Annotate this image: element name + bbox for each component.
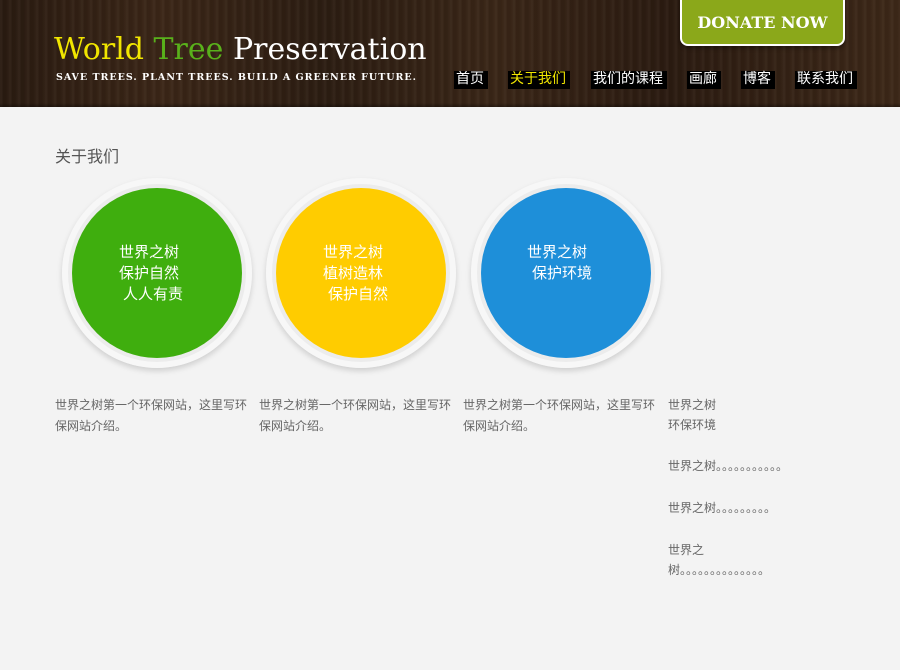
circle-line: 保护自然: [119, 264, 180, 282]
nav-item-label: 关于我们: [510, 71, 566, 87]
feature-description-3: 世界之树第一个环保网站，这里写环保网站介绍。: [463, 398, 656, 433]
circle-line: 世界之树: [119, 243, 180, 261]
circle-line: 世界之树: [323, 243, 384, 261]
nav-item-label: 画廊: [689, 71, 717, 87]
sidebar-item-4-line-2: 树。。。。。。。。。。。。。。: [668, 563, 771, 577]
nav-item-courses[interactable]: 我们的课程: [591, 68, 667, 90]
circle-line: 保护自然: [328, 285, 389, 303]
main-nav: 首页 关于我们 我们的课程 画廊 博客 联系我们: [0, 68, 900, 90]
logo-word-preservation: Preservation: [232, 32, 427, 67]
page-title: 关于我们: [55, 147, 120, 166]
sidebar-item-1-line-2: 环保环境: [668, 418, 717, 432]
donate-button[interactable]: DONATE NOW: [680, 0, 845, 46]
nav-item-label: 博客: [743, 71, 771, 87]
feature-description-2: 世界之树第一个环保网站，这里写环保网站介绍。: [259, 398, 452, 433]
circle-line: 植树造林: [323, 264, 384, 282]
nav-item-gallery[interactable]: 画廊: [687, 68, 721, 90]
circle-line: 保护环境: [532, 264, 593, 282]
site-logo[interactable]: World Tree Preservation: [54, 31, 427, 69]
feature-circle-2: 世界之树 植树造林 保护自然: [266, 178, 456, 368]
nav-item-about[interactable]: 关于我们: [508, 68, 570, 90]
feature-circle-1: 世界之树 保护自然 人人有责: [62, 178, 252, 368]
sidebar-item-1-line-1: 世界之树: [668, 398, 717, 412]
sidebar-item-3: 世界之树。。。。。。。。。: [668, 501, 777, 515]
nav-item-label: 首页: [456, 71, 484, 87]
nav-item-label: 我们的课程: [593, 71, 663, 87]
sidebar-item-2: 世界之树。。。。。。。。。。。: [668, 459, 789, 473]
sidebar-item-4-line-1: 世界之: [668, 543, 705, 557]
circle-line: 人人有责: [123, 285, 184, 303]
logo-word-tree: Tree: [153, 32, 224, 67]
nav-item-home[interactable]: 首页: [454, 68, 488, 90]
nav-item-contact[interactable]: 联系我们: [795, 68, 857, 90]
feature-description-1: 世界之树第一个环保网站，这里写环保网站介绍。: [55, 398, 248, 433]
nav-item-blog[interactable]: 博客: [741, 68, 775, 90]
circle-line: 世界之树: [527, 243, 588, 261]
nav-item-label: 联系我们: [797, 71, 853, 87]
feature-circle-3: 世界之树 保护环境: [471, 178, 661, 368]
header-shadow: [0, 103, 900, 107]
logo-word-world: World: [54, 32, 144, 67]
